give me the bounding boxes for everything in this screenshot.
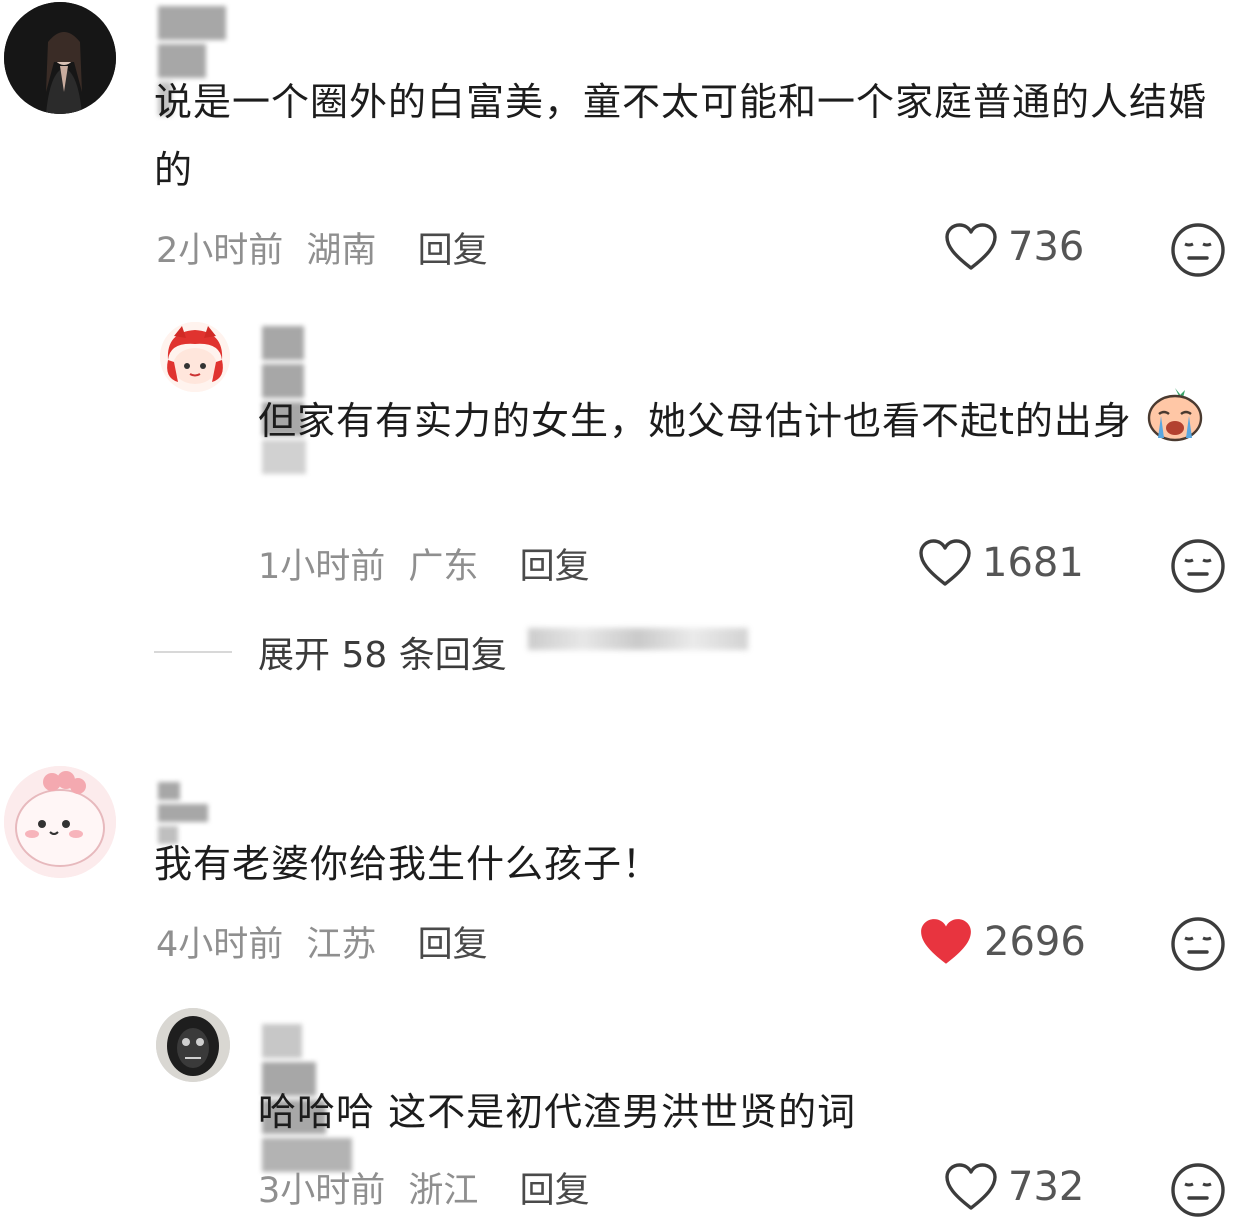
username-blurred[interactable]	[158, 782, 216, 844]
dislike-button[interactable]	[1170, 222, 1226, 282]
comment-location: 广东	[408, 547, 479, 587]
crying-peach-emoji-icon	[1145, 384, 1205, 463]
username-blurred[interactable]	[158, 6, 234, 116]
comment-text: 但家有有实力的女生，她父母估计也看不起t的出身	[258, 384, 1233, 463]
meh-face-icon	[1171, 223, 1225, 277]
avatar[interactable]	[4, 2, 116, 114]
comment-meta: 1小时前 广东 回复	[258, 538, 590, 589]
comment-time: 3小时前	[258, 1171, 386, 1211]
avatar-woman-icon	[4, 2, 116, 114]
expand-replies-button[interactable]: 展开 58 条回复	[154, 626, 507, 678]
like-count: 2696	[984, 919, 1086, 965]
comment-location: 湖南	[306, 231, 377, 271]
comment-location: 江苏	[306, 925, 377, 965]
expand-replies-label: 展开 58 条回复	[258, 635, 507, 676]
dislike-button[interactable]	[1170, 916, 1226, 976]
reply-button[interactable]: 回复	[520, 1171, 590, 1211]
comment-meta: 3小时前 浙江 回复	[258, 1162, 590, 1213]
reply-button[interactable]: 回复	[520, 547, 590, 587]
like-count: 736	[1008, 224, 1085, 270]
like-button[interactable]: 1681	[918, 538, 1084, 588]
dislike-button[interactable]	[1170, 538, 1226, 598]
comment-time: 4小时前	[156, 925, 284, 965]
avatar[interactable]	[4, 766, 116, 878]
like-count: 1681	[982, 540, 1084, 586]
comment-location: 浙江	[408, 1171, 479, 1211]
heart-icon	[945, 1163, 997, 1210]
comment-meta: 2小时前 湖南 回复	[156, 222, 488, 273]
dislike-button[interactable]	[1170, 1162, 1226, 1222]
username-blurred[interactable]	[262, 1024, 360, 1172]
meh-face-icon	[1171, 917, 1225, 971]
heart-icon	[945, 223, 997, 270]
blurred-region	[528, 628, 748, 650]
divider-line	[154, 651, 232, 653]
comment-text: 说是一个圈外的白富美，童不太可能和一个家庭普通的人结婚的	[154, 80, 1208, 192]
avatar[interactable]	[160, 322, 230, 392]
username-blurred[interactable]	[262, 326, 314, 474]
avatar-pink-cartoon-icon	[4, 766, 116, 878]
heart-filled-icon	[921, 919, 971, 964]
comment-text: 我有老婆你给我生什么孩子！	[154, 842, 662, 886]
comment-time: 1小时前	[258, 547, 386, 587]
meh-face-icon	[1171, 539, 1225, 593]
heart-icon	[919, 539, 971, 586]
like-button[interactable]: 732	[944, 1162, 1084, 1212]
reply-button[interactable]: 回复	[418, 231, 488, 271]
avatar-mask-icon	[156, 1008, 230, 1082]
comment-text: 哈哈哈 这不是初代渣男洪世贤的词	[258, 1090, 857, 1134]
meh-face-icon	[1171, 1163, 1225, 1217]
like-count: 732	[1008, 1164, 1085, 1210]
comment-text-content: 但家有有实力的女生，她父母估计也看不起t的出身	[258, 399, 1132, 443]
avatar[interactable]	[156, 1008, 230, 1082]
like-button[interactable]: 2696	[918, 916, 1086, 968]
comment-time: 2小时前	[156, 231, 284, 271]
like-button[interactable]: 736	[944, 222, 1084, 272]
avatar-red-cartoon-icon	[160, 322, 230, 392]
reply-button[interactable]: 回复	[418, 925, 488, 965]
comment-meta: 4小时前 江苏 回复	[156, 916, 488, 967]
